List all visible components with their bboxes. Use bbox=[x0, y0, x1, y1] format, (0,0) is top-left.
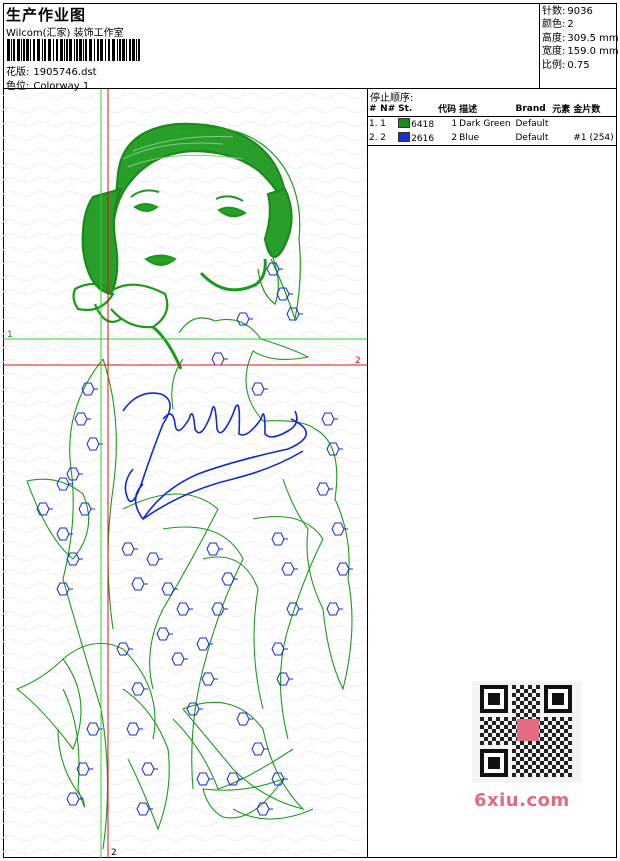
col-code: 代码 bbox=[437, 101, 459, 117]
col-brand: Brand bbox=[514, 101, 552, 117]
stat-height: 高度: 309.5 mm bbox=[542, 32, 619, 44]
col-sequins: 金片数 bbox=[572, 101, 617, 117]
thread-swatch-cell: 2616 bbox=[397, 131, 438, 146]
thread-swatch bbox=[398, 118, 411, 128]
stat-stitches: 针数: 9036 bbox=[542, 6, 593, 17]
design-stats: 针数: 9036 颜色: 2 高度: 309.5 mm 宽度: 159.0 mm 比例:… bbox=[542, 5, 619, 72]
col-stop: St. bbox=[397, 101, 438, 117]
guide-label-h-green: 1 bbox=[7, 330, 13, 340]
guide-label-h-red: 2 bbox=[355, 356, 361, 366]
embroidery-design: 1 2 2 bbox=[3, 89, 367, 858]
thread-swatch-cell: 6418 bbox=[397, 117, 437, 132]
design-label: 花版: bbox=[6, 67, 30, 78]
header-info: 生产作业图 Wilcom(汇家) 装饰工作室 花版: 1905746.dst 色位… bbox=[3, 3, 540, 92]
stat-scale: 比例: 0.75 bbox=[542, 59, 590, 71]
design-preview: 1 2 2 bbox=[3, 89, 368, 858]
col-needle: N# bbox=[379, 101, 398, 117]
barcode bbox=[7, 39, 140, 61]
guide-label-v-red: 2 bbox=[111, 848, 117, 858]
company-name: Wilcom(汇家) 装饰工作室 bbox=[6, 28, 124, 39]
thread-swatch bbox=[398, 132, 411, 142]
col-element: 元素 bbox=[551, 101, 573, 117]
table-row: 2. 2 2616 2 Blue Default #1 (254) bbox=[368, 131, 617, 146]
page-title: 生产作业图 bbox=[6, 6, 87, 24]
design-file: 花版: 1905746.dst bbox=[6, 63, 97, 78]
col-index: # bbox=[368, 101, 380, 117]
stat-colors: 颜色: 2 bbox=[542, 19, 574, 31]
table-row: 1. 1 6418 1 Dark Green Default bbox=[368, 117, 617, 132]
col-desc: 描述 bbox=[458, 101, 515, 117]
qr-code bbox=[472, 681, 582, 783]
qr-code-graphic bbox=[480, 685, 572, 777]
table-header-row: # N# St. 代码 描述 Brand 元素 金片数 bbox=[368, 101, 617, 117]
stat-width: 宽度: 159.0 mm bbox=[542, 46, 619, 58]
watermark-text: 6xiu.com bbox=[474, 790, 570, 811]
header-panel: 生产作业图 Wilcom(汇家) 装饰工作室 花版: 1905746.dst 色位… bbox=[3, 3, 619, 92]
color-stop-table: # N# St. 代码 描述 Brand 元素 金片数 1. 1 6418 1 … bbox=[368, 101, 617, 146]
